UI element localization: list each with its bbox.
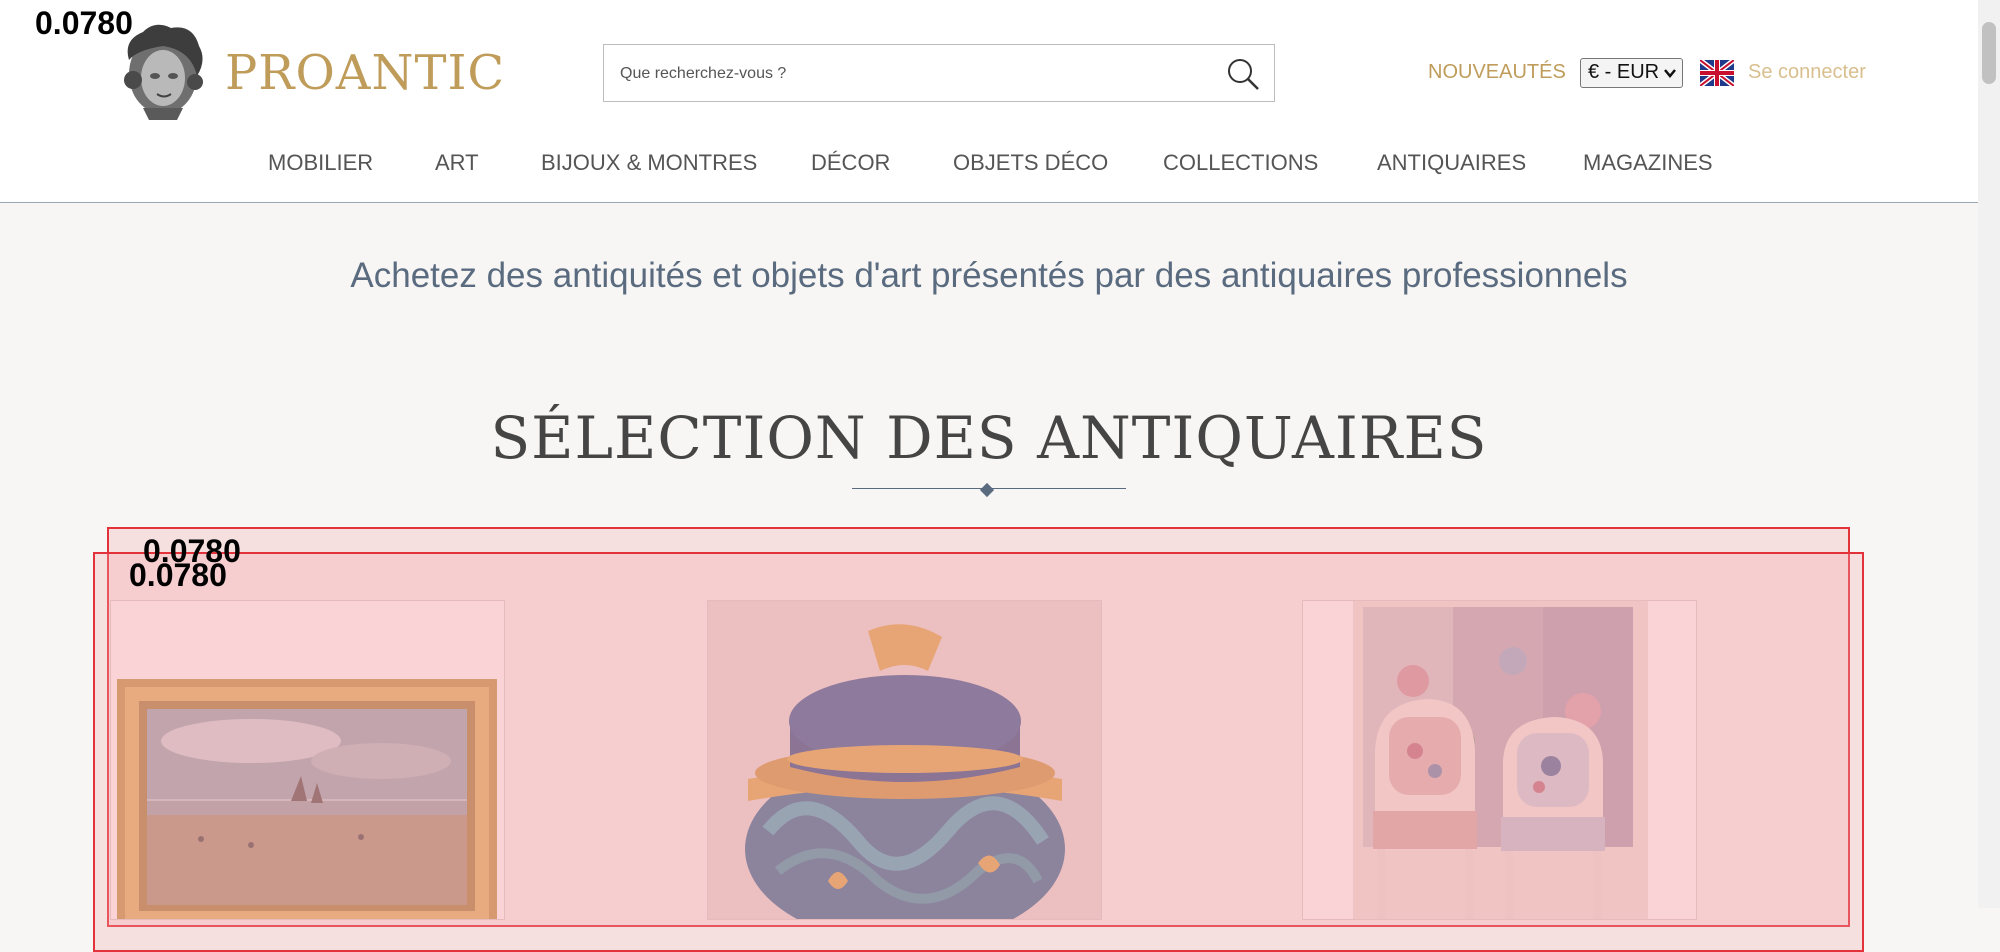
nav-item-antiquaires[interactable]: ANTIQUAIRES	[1377, 150, 1526, 176]
scrollbar-thumb[interactable]	[1982, 22, 1996, 84]
score-label-logo: 0.0780	[35, 5, 133, 41]
nav-item-art[interactable]: ART	[435, 150, 479, 176]
detection-box-2	[93, 552, 1864, 952]
brand-name[interactable]: PROANTIC	[225, 45, 505, 101]
uk-flag-icon[interactable]	[1700, 60, 1734, 86]
nav-item-objets-deco[interactable]: OBJETS DÉCO	[953, 150, 1108, 176]
currency-select[interactable]: € - EUR	[1580, 58, 1683, 88]
currency-value: € - EUR	[1588, 61, 1660, 83]
search-box[interactable]	[603, 44, 1275, 102]
new-arrivals-link[interactable]: NOUVEAUTÉS	[1428, 61, 1566, 84]
section-title: SÉLECTION DES ANTIQUAIRES	[490, 404, 1488, 472]
nav-item-magazines[interactable]: MAGAZINES	[1583, 150, 1713, 176]
chevron-down-icon	[1664, 69, 1676, 78]
site-header: PROANTIC NOUVEAUTÉS € - EUR Se connecter…	[0, 0, 1978, 203]
page-scrollbar[interactable]	[1978, 0, 2000, 908]
nav-item-bijoux-montres[interactable]: BIJOUX & MONTRES	[541, 150, 757, 176]
nav-item-collections[interactable]: COLLECTIONS	[1163, 150, 1318, 176]
login-link[interactable]: Se connecter	[1748, 61, 1866, 84]
title-divider-diamond	[979, 482, 995, 498]
search-icon[interactable]	[1226, 57, 1260, 91]
main-nav: MOBILIER ART BIJOUX & MONTRES DÉCOR OBJE…	[0, 150, 1978, 180]
nav-item-decor[interactable]: DÉCOR	[811, 150, 890, 176]
score-label-box2: 0.0780	[129, 557, 227, 593]
site-tagline: Achetez des antiquités et objets d'art p…	[350, 256, 1628, 295]
nav-item-mobilier[interactable]: MOBILIER	[268, 150, 373, 176]
search-input[interactable]	[618, 59, 1182, 89]
